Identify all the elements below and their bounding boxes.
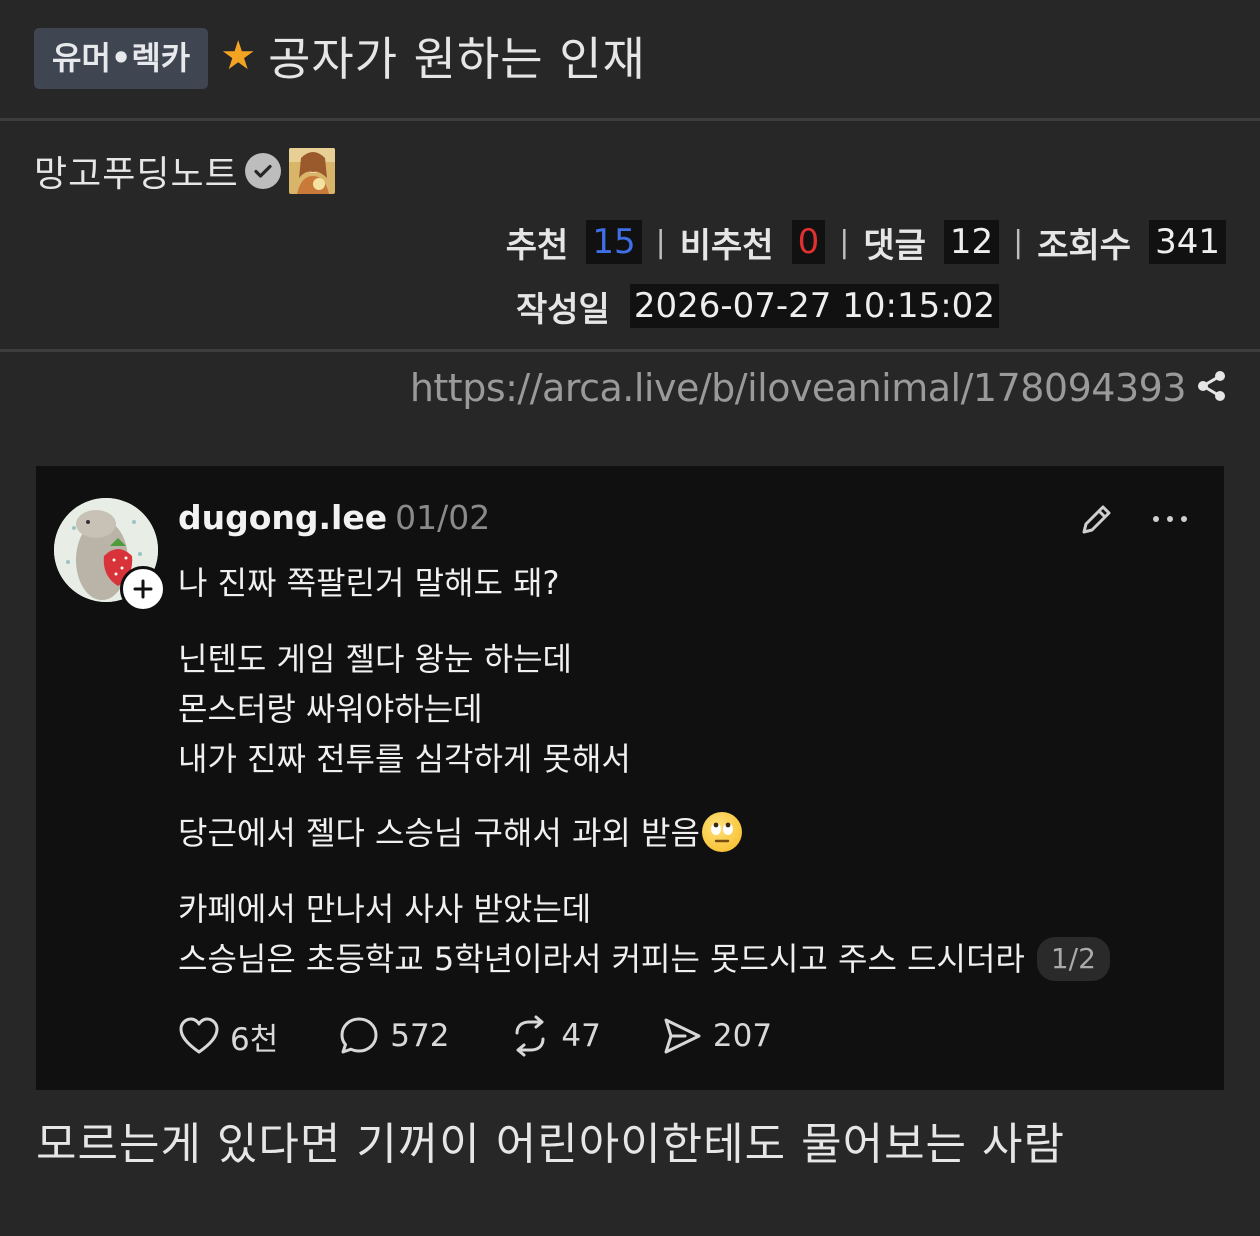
embedded-post-image: dugong.lee 01/02 나 진짜 쪽팔린거 말해도 돼? 닌텐도 게임 … (36, 466, 1224, 1090)
reply-count: 572 (390, 1018, 450, 1054)
author-name[interactable]: 망고푸딩노트 (34, 145, 239, 197)
comments-count: 12 (943, 220, 1000, 264)
card-date: 01/02 (395, 498, 491, 537)
recommend-label: 추천 (505, 225, 569, 266)
post-header: 유머•렉카 ★ 공자가 원하는 인재 (0, 0, 1260, 121)
card-text-line: 내가 진짜 전투를 심각하게 못해서 (178, 740, 631, 778)
card-user-line: dugong.lee 01/02 (178, 498, 490, 537)
card-text-line: 스승님은 초등학교 5학년이라서 커피는 못드시고 주스 드시더라 1/2 (178, 934, 1110, 981)
pencil-icon[interactable] (1076, 500, 1116, 544)
card-username[interactable]: dugong.lee (178, 498, 387, 537)
star-icon: ★ (220, 33, 257, 79)
author-row: 망고푸딩노트 (34, 146, 335, 196)
like-button[interactable]: 6천 (178, 1014, 278, 1059)
reply-button[interactable]: 572 (338, 1015, 449, 1057)
card-text-line: 닌텐도 게임 젤다 왕눈 하는데 (178, 640, 572, 678)
follow-plus-button[interactable] (120, 566, 166, 612)
card-text-segment: 당근에서 젤다 스승님 구해서 과외 받음 (178, 814, 700, 852)
send-icon (664, 1018, 701, 1054)
views-label: 조회수 (1037, 225, 1132, 266)
views-count: 341 (1149, 220, 1226, 264)
heart-icon (179, 1017, 219, 1054)
repost-icon (515, 1015, 545, 1057)
post-url-link[interactable]: https://arca.live/b/iloveanimal/17809439… (410, 366, 1187, 410)
repost-button[interactable]: 47 (509, 1015, 601, 1057)
category-badge[interactable]: 유머•렉카 (34, 27, 209, 89)
post-stats: 추천 15 | 비추천 0 | 댓글 12 | 조회수 341 (506, 218, 1226, 266)
more-options-icon[interactable] (1150, 502, 1190, 540)
recommend-count: 15 (586, 220, 642, 264)
send-button[interactable]: 207 (661, 1015, 772, 1057)
stats-separator: | (1013, 224, 1024, 260)
stats-separator: | (839, 224, 850, 260)
divider (0, 349, 1260, 352)
date-value: 2026-07-27 10:15:02 (629, 284, 999, 328)
share-count: 207 (712, 1018, 773, 1054)
card-text-line: 당근에서 젤다 스승님 구해서 과외 받음 (178, 808, 742, 854)
page-title: 공자가 원하는 인재 (268, 32, 646, 86)
post-date-row: 작성일 2026-07-27 10:15:02 (516, 282, 999, 330)
card-text-line: 몬스터랑 싸워야하는데 (178, 690, 483, 728)
comment-bubble-icon (340, 1017, 378, 1054)
card-text-line: 나 진짜 쪽팔린거 말해도 돼? (178, 564, 560, 602)
card-text-segment: 스승님은 초등학교 5학년이라서 커피는 못드시고 주스 드시더라 (178, 940, 1025, 978)
dislike-label: 비추천 (679, 225, 774, 266)
card-text-line: 카페에서 만나서 사사 받았는데 (178, 890, 592, 928)
page-indicator: 1/2 (1036, 937, 1110, 981)
dislike-count: 0 (791, 220, 826, 264)
post-body-caption: 모르는게 있다면 기꺼이 어린아이한테도 물어보는 사람 (36, 1119, 1065, 1170)
share-icon[interactable] (1194, 368, 1230, 408)
card-actions: 6천 572 47 207 (178, 1012, 832, 1060)
author-avatar[interactable] (288, 148, 335, 194)
repost-count: 47 (561, 1018, 601, 1054)
comments-label: 댓글 (863, 225, 926, 266)
like-count: 6천 (230, 1021, 279, 1058)
date-label: 작성일 (516, 289, 610, 330)
post-url-row: https://arca.live/b/iloveanimal/17809439… (410, 364, 1230, 412)
stats-separator: | (655, 224, 666, 260)
eye-roll-emoji-icon (701, 812, 742, 852)
check-circle-icon (244, 153, 281, 189)
